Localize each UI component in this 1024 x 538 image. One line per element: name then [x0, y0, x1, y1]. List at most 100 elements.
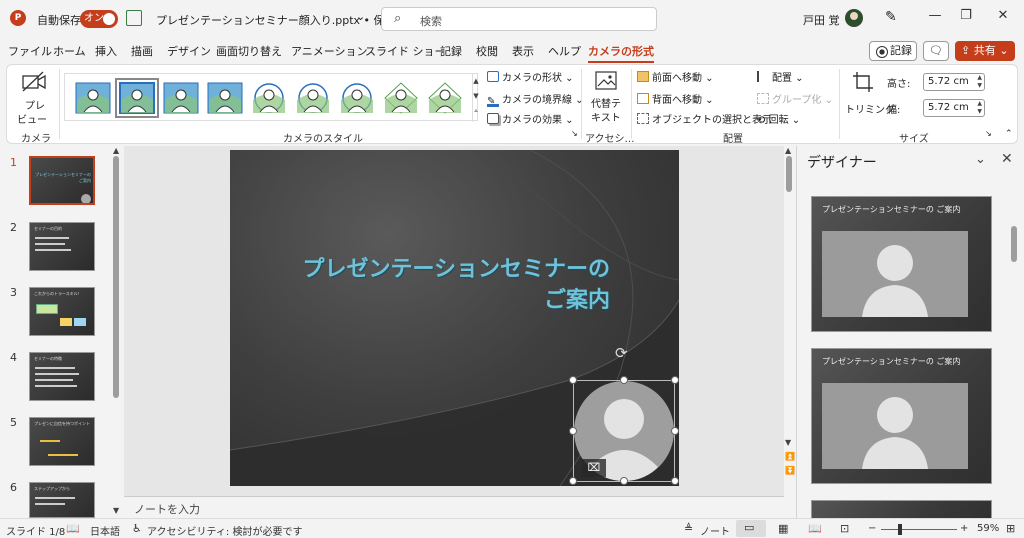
pen-icon[interactable]: ✎ [885, 9, 897, 25]
width-field[interactable]: 5.72 cm ▲ ▼ [923, 99, 985, 117]
accessibility-status[interactable]: アクセシビリティ: 検討が必要です [147, 523, 302, 538]
avatar[interactable] [845, 9, 863, 27]
slide-thumbnail[interactable]: セミナーの特徴 [29, 352, 95, 401]
scroll-up-icon[interactable]: ▲ [785, 146, 791, 155]
resize-handle[interactable] [569, 427, 577, 435]
camera-style-thumbnail[interactable] [383, 82, 419, 114]
close-icon[interactable]: ✕ [992, 8, 1014, 23]
camera-effects-button[interactable]: カメラの効果 ⌄ [487, 111, 574, 126]
document-title[interactable]: プレゼンテーションセミナー顔入り.pptx • 保存中… [156, 12, 418, 28]
scroll-thumb[interactable] [113, 156, 119, 398]
resize-handle[interactable] [620, 376, 628, 384]
camera-styles-gallery[interactable]: ▲ ▼ ⩡ [64, 73, 479, 122]
scroll-down-icon[interactable]: ▼ [785, 438, 791, 447]
share-button[interactable]: ⇪ 共有 ⌄ [955, 41, 1015, 61]
tab-draw[interactable]: 描画 [131, 43, 153, 59]
minimize-icon[interactable]: — [924, 8, 946, 23]
dialog-launcher-icon[interactable]: ↘ [985, 129, 992, 138]
tab-help[interactable]: ヘルプ [548, 43, 581, 59]
notes-icon[interactable]: ≜ [684, 522, 693, 535]
camera-style-thumbnail[interactable] [75, 82, 111, 114]
fit-to-window-icon[interactable]: ⊞ [1006, 522, 1015, 535]
camera-style-thumbnail[interactable] [207, 82, 243, 114]
zoom-slider-thumb[interactable] [898, 524, 902, 535]
scroll-down-icon[interactable]: ▼ [113, 506, 119, 515]
search-input[interactable]: ⌕ 検索 [381, 7, 657, 31]
notes-pane[interactable]: ノートを入力 [124, 496, 784, 518]
slide-thumbnail[interactable]: プレゼンに自信を持つポイント [29, 417, 95, 466]
camera-style-thumbnail[interactable] [251, 82, 287, 114]
slide-thumbnail[interactable]: ステップアップから [29, 482, 95, 518]
zoom-slider[interactable] [881, 529, 957, 530]
tab-camera-format[interactable]: カメラの形式 [588, 43, 654, 63]
camera-feed-object[interactable]: ⌧ [573, 380, 675, 482]
tab-file[interactable]: ファイル [8, 43, 52, 59]
gallery-more-icon[interactable]: ▲ ▼ ⩡ [472, 74, 479, 122]
scroll-thumb[interactable] [1011, 226, 1017, 262]
reading-view-icon[interactable]: 📖 [808, 522, 822, 535]
slideshow-icon[interactable]: ⊡ [840, 522, 849, 535]
alt-text-button[interactable]: 代替テ キスト [587, 69, 627, 125]
camera-style-thumbnail[interactable] [295, 82, 331, 114]
resize-handle[interactable] [671, 427, 679, 435]
slides-scrollbar[interactable]: ▲ ▼ [112, 146, 120, 518]
save-icon[interactable] [126, 10, 142, 26]
camera-shape-button[interactable]: カメラの形状 ⌄ [487, 69, 574, 84]
slide-thumbnail[interactable]: セミナーの目的 [29, 222, 95, 271]
camera-border-button[interactable]: ✎ カメラの境界線 ⌄ [487, 91, 584, 107]
design-idea-card[interactable]: プレゼンテーションセミナーの ご案内 [811, 196, 992, 332]
scroll-up-icon[interactable]: ▲ [113, 146, 119, 155]
close-icon[interactable]: ✕ [1001, 151, 1013, 167]
camera-preview-button[interactable]: プレ ビュー [15, 69, 53, 126]
tab-animations[interactable]: アニメーション [291, 43, 368, 59]
restore-icon[interactable]: ❐ [955, 8, 977, 23]
autosave-toggle[interactable]: オン [80, 10, 118, 28]
resize-handle[interactable] [671, 477, 679, 485]
slide-title[interactable]: プレゼンテーションセミナーの ご案内 [248, 254, 610, 316]
chevron-down-icon[interactable]: ⌄ [356, 10, 365, 23]
tab-home[interactable]: ホーム [53, 43, 86, 59]
user-name[interactable]: 戸田 覚 [803, 12, 840, 28]
dialog-launcher-icon[interactable]: ↘ [571, 129, 578, 138]
slide-thumbnail[interactable]: これからのトラースキル！ [29, 287, 95, 336]
height-field[interactable]: 5.72 cm ▲ ▼ [923, 73, 985, 91]
zoom-out-icon[interactable]: − [868, 523, 876, 534]
camera-toggle-icon[interactable]: ⌧ [582, 459, 606, 477]
zoom-in-icon[interactable]: + [960, 523, 968, 534]
tab-view[interactable]: 表示 [512, 43, 534, 59]
align-button[interactable]: 配置 ⌄ [757, 69, 804, 84]
camera-style-thumbnail[interactable] [339, 82, 375, 114]
tab-record[interactable]: 記録 [440, 43, 462, 59]
resize-handle[interactable] [620, 477, 628, 485]
rotate-handle-icon[interactable]: ⟳ [615, 344, 628, 362]
resize-handle[interactable] [671, 376, 679, 384]
accessibility-icon[interactable]: ♿ [132, 522, 142, 535]
selection-pane-button[interactable]: オブジェクトの選択と表示 [637, 111, 772, 126]
bring-forward-button[interactable]: 前面へ移動 ⌄ [637, 69, 714, 84]
rotate-button[interactable]: ⟲ 回転 ⌄ [757, 111, 800, 126]
designer-scrollbar[interactable] [1011, 226, 1017, 516]
collapse-ribbon-icon[interactable]: ⌃ [1005, 129, 1013, 139]
tab-review[interactable]: 校閲 [476, 43, 498, 59]
zoom-level[interactable]: 59% [977, 523, 999, 534]
notes-toggle[interactable]: ノート [700, 523, 730, 538]
camera-style-thumbnail[interactable] [163, 82, 199, 114]
camera-style-thumbnail[interactable] [427, 82, 463, 114]
tab-insert[interactable]: 挿入 [95, 43, 117, 59]
next-slide-icon[interactable]: ⏬ [785, 466, 795, 475]
spell-check-icon[interactable]: 📖 [66, 522, 80, 535]
crop-button[interactable]: トリミング [843, 69, 895, 125]
chevron-down-icon[interactable]: ⌄ [975, 152, 986, 167]
normal-view-button[interactable]: ▭ [736, 520, 766, 537]
camera-style-thumbnail[interactable] [115, 78, 159, 118]
spinner-icon[interactable]: ▲ ▼ [977, 74, 982, 90]
canvas-scrollbar[interactable]: ▲ ▼ ⏫ ⏬ [784, 146, 795, 496]
send-backward-button[interactable]: 背面へ移動 ⌄ [637, 91, 714, 106]
resize-handle[interactable] [569, 477, 577, 485]
scroll-thumb[interactable] [786, 156, 792, 192]
resize-handle[interactable] [569, 376, 577, 384]
current-slide[interactable]: プレゼンテーションセミナーの ご案内 ⟳ ⌧ [230, 150, 679, 486]
design-idea-card[interactable]: プレゼンテーションセミナーの ご案内 [811, 348, 992, 484]
comment-button[interactable]: 🗨 [923, 41, 949, 61]
tab-slideshow[interactable]: スライド ショー [365, 43, 446, 59]
